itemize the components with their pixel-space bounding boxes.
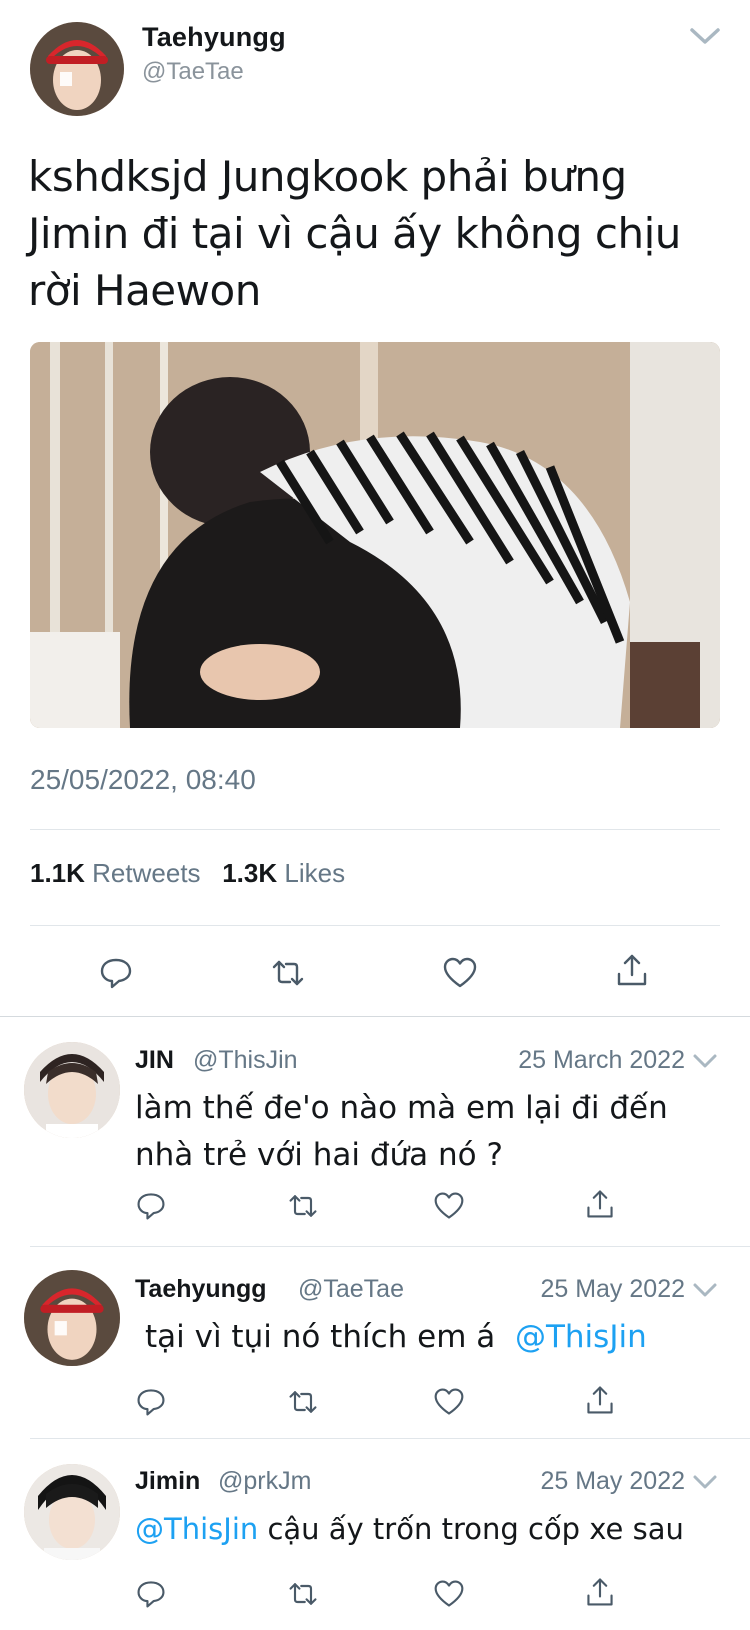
reply-text: @ThisJin cậu ấy trốn trong cốp xe sau — [135, 1506, 735, 1553]
mention-link[interactable]: @ThisJin — [515, 1319, 647, 1355]
reply-icon[interactable] — [135, 1386, 167, 1418]
reply-date[interactable]: 25 May 2022 — [455, 1467, 685, 1496]
share-icon[interactable] — [584, 1188, 616, 1220]
reply-author-name[interactable]: Taehyungg — [135, 1275, 266, 1304]
reply-text: tại vì tụi nó thích em á @ThisJin — [145, 1314, 725, 1361]
reply-body: tại vì tụi nó thích em á — [145, 1319, 496, 1355]
share-icon[interactable] — [584, 1384, 616, 1416]
reply-author-name[interactable]: JIN — [135, 1046, 174, 1075]
tweet-timestamp: 25/05/2022, 08:40 — [30, 764, 256, 795]
share-icon[interactable] — [614, 952, 650, 988]
mention-link[interactable]: @ThisJin — [135, 1512, 258, 1546]
retweet-icon[interactable] — [287, 1578, 319, 1610]
reply-date[interactable]: 25 May 2022 — [455, 1275, 685, 1304]
reply-icon[interactable] — [135, 1578, 167, 1610]
retweet-icon[interactable] — [287, 1386, 319, 1418]
reply-icon[interactable] — [98, 955, 134, 991]
reply-author-name[interactable]: Jimin — [135, 1467, 200, 1496]
engagement-stats: 1.1K Retweets 1.3K Likes — [30, 858, 345, 889]
like-icon[interactable] — [433, 1578, 465, 1610]
retweet-icon[interactable] — [270, 955, 306, 991]
reply-author-handle[interactable]: @ThisJin — [193, 1046, 298, 1075]
retweets-count[interactable]: 1.1K — [30, 858, 85, 888]
chevron-down-icon[interactable] — [688, 24, 722, 48]
tweet-text: kshdksjd Jungkook phải bưng Jimin đi tại… — [28, 152, 681, 315]
reply-date[interactable]: 25 March 2022 — [455, 1046, 685, 1075]
share-icon[interactable] — [584, 1576, 616, 1608]
reply-icon[interactable] — [135, 1190, 167, 1222]
chevron-down-icon[interactable] — [692, 1473, 718, 1491]
chevron-down-icon[interactable] — [692, 1281, 718, 1299]
avatar[interactable] — [24, 1042, 120, 1138]
likes-label[interactable]: Likes — [284, 858, 345, 888]
divider — [0, 1016, 750, 1017]
author-name[interactable]: Taehyungg — [142, 22, 286, 53]
likes-count[interactable]: 1.3K — [222, 858, 277, 888]
avatar[interactable] — [24, 1464, 120, 1560]
reply-text: làm thế đe'o nào mà em lại đi đến nhà tr… — [135, 1090, 668, 1173]
reply-author-handle[interactable]: @TaeTae — [298, 1275, 404, 1304]
tweet-photo[interactable] — [30, 342, 720, 728]
divider — [30, 925, 720, 926]
divider — [30, 1438, 750, 1439]
divider — [30, 1246, 750, 1247]
chevron-down-icon[interactable] — [692, 1052, 718, 1070]
like-icon[interactable] — [442, 955, 478, 991]
retweet-icon[interactable] — [287, 1190, 319, 1222]
divider — [30, 829, 720, 830]
avatar[interactable] — [30, 22, 124, 116]
reply-author-handle[interactable]: @prkJm — [218, 1467, 311, 1496]
avatar[interactable] — [24, 1270, 120, 1366]
like-icon[interactable] — [433, 1190, 465, 1222]
like-icon[interactable] — [433, 1386, 465, 1418]
retweets-label[interactable]: Retweets — [92, 858, 200, 888]
author-handle[interactable]: @TaeTae — [142, 58, 244, 86]
reply-body: cậu ấy trốn trong cốp xe sau — [267, 1512, 684, 1546]
